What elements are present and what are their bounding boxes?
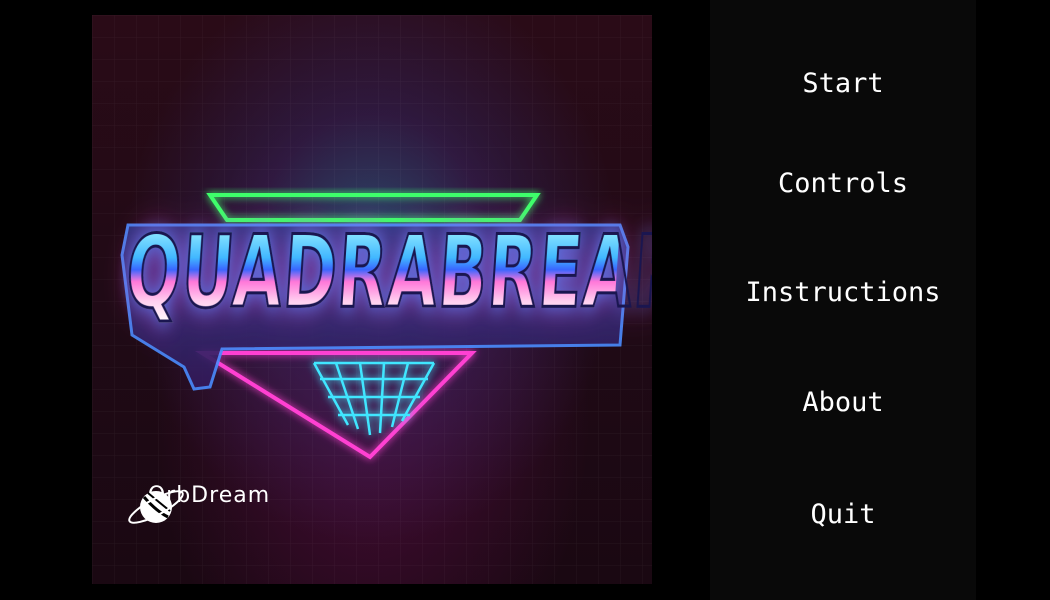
main-menu: Start Controls Instructions About Quit <box>710 0 976 600</box>
menu-start-button[interactable]: Start <box>710 70 976 97</box>
divider-gap <box>670 0 710 600</box>
title-art-panel: QUADRABREAK OrbDream <box>92 15 652 584</box>
menu-instructions-button[interactable]: Instructions <box>710 279 976 306</box>
orb-planet-icon <box>128 490 184 524</box>
studio-brand: OrbDream <box>124 481 294 524</box>
game-title: QUADRABREAK <box>122 215 652 332</box>
menu-about-button[interactable]: About <box>710 389 976 416</box>
title-screen: QUADRABREAK OrbDream Start Controls Inst… <box>0 0 1050 600</box>
menu-quit-button[interactable]: Quit <box>710 501 976 528</box>
menu-controls-button[interactable]: Controls <box>710 170 976 197</box>
right-edge <box>976 0 1050 600</box>
